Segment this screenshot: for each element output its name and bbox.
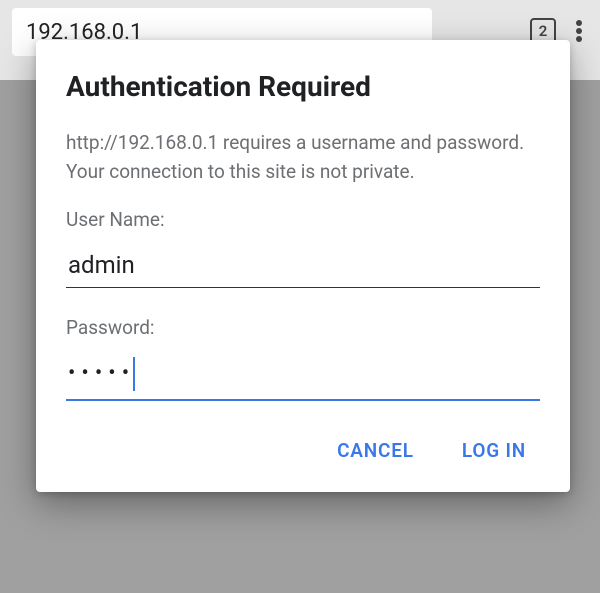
- tab-count: 2: [539, 22, 548, 40]
- dialog-actions: CANCEL LOG IN: [66, 431, 540, 470]
- password-field-group: Password: •••••: [66, 316, 540, 401]
- cancel-button[interactable]: CANCEL: [333, 431, 418, 470]
- dialog-message: http://192.168.0.1 requires a username a…: [66, 129, 540, 186]
- dialog-title: Authentication Required: [66, 70, 540, 103]
- username-input[interactable]: [66, 245, 540, 288]
- login-button[interactable]: LOG IN: [458, 431, 530, 470]
- browser-actions: 2: [530, 8, 588, 44]
- username-field-group: User Name:: [66, 208, 540, 288]
- password-mask: •••••: [68, 363, 135, 385]
- menu-icon[interactable]: [576, 18, 582, 44]
- username-label: User Name:: [66, 208, 540, 231]
- auth-dialog: Authentication Required http://192.168.0…: [36, 40, 570, 492]
- password-input[interactable]: •••••: [66, 353, 540, 401]
- text-caret: [133, 357, 135, 391]
- password-label: Password:: [66, 316, 540, 339]
